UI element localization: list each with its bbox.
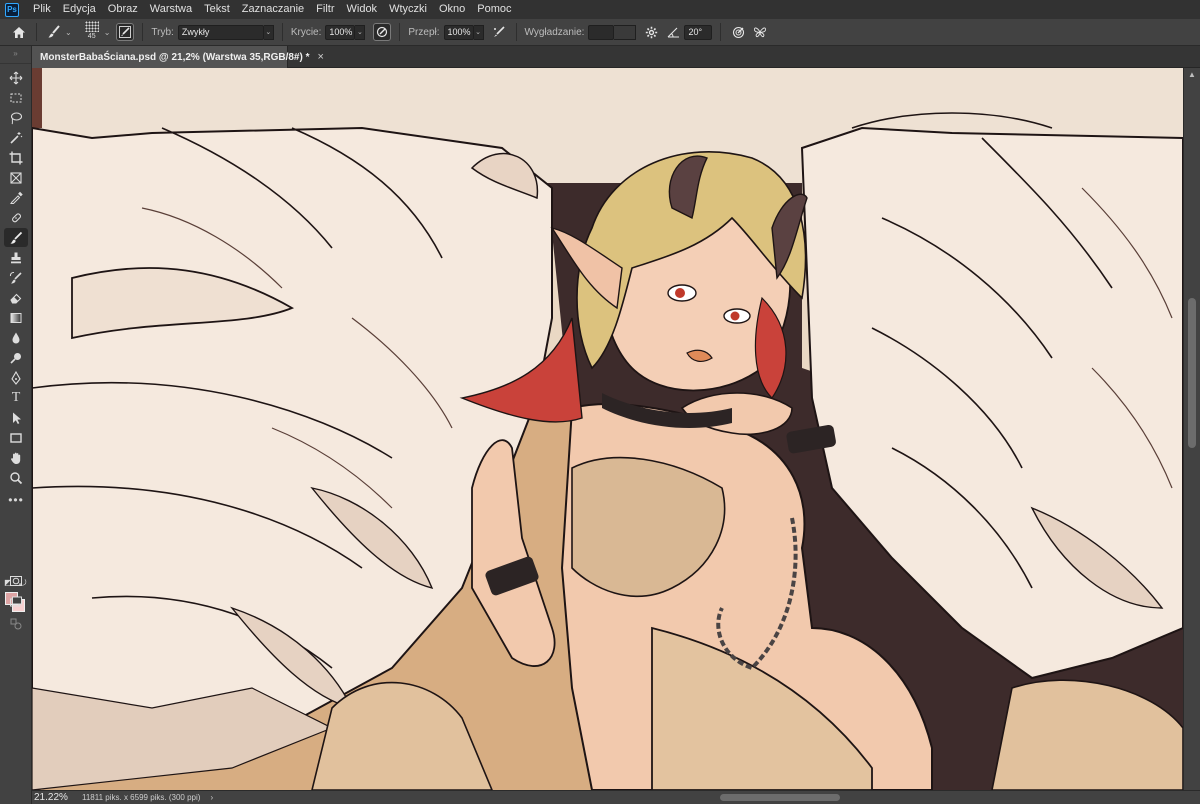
stamp-icon[interactable] xyxy=(4,248,28,267)
marquee-icon[interactable] xyxy=(4,88,28,107)
separator xyxy=(36,23,37,41)
gradient-icon[interactable] xyxy=(4,308,28,327)
separator xyxy=(720,23,722,41)
brush-icon[interactable] xyxy=(4,228,28,247)
zoom-level-input[interactable]: 21.22% xyxy=(32,792,82,803)
artwork-illustration xyxy=(32,68,1183,790)
vertical-scroll-thumb[interactable] xyxy=(1188,298,1196,448)
brush-settings-panel-icon[interactable] xyxy=(116,23,135,41)
type-icon[interactable]: T xyxy=(4,388,28,407)
gear-icon[interactable] xyxy=(642,23,660,41)
symmetry-butterfly-icon[interactable] xyxy=(751,23,769,41)
flow-label: Przepł: xyxy=(408,26,440,38)
pressure-size-icon[interactable] xyxy=(729,23,747,41)
brush-size-value: 45 xyxy=(87,33,96,40)
menu-edycja[interactable]: Edycja xyxy=(57,0,102,19)
options-bar: ⌄ 45 ⌄ Tryb: Zwykły ⌄ Krycie: 100% ⌄ Prz… xyxy=(0,19,1200,46)
vertical-scrollbar[interactable]: ▲ xyxy=(1183,68,1200,790)
move-icon[interactable] xyxy=(4,68,28,87)
pressure-opacity-icon[interactable] xyxy=(373,23,392,41)
angle-icon xyxy=(664,23,682,41)
flow-input[interactable]: 100% xyxy=(443,24,474,40)
menu-tekst[interactable]: Tekst xyxy=(198,0,236,19)
status-bar: 21.22% 11811 piks. x 6599 piks. (300 ppi… xyxy=(32,790,432,804)
separator xyxy=(142,23,144,41)
magic-wand-icon[interactable] xyxy=(4,128,28,147)
rectangle-icon[interactable] xyxy=(4,428,28,447)
scroll-up-icon[interactable]: ▲ xyxy=(1184,68,1200,82)
photoshop-logo-icon[interactable]: Ps xyxy=(5,2,19,17)
quick-mask-icon[interactable] xyxy=(4,571,28,590)
document-tab-title: MonsterBabaŚciana.psd @ 21,2% (Warstwa 3… xyxy=(40,51,310,63)
smoothing-input[interactable] xyxy=(588,24,615,40)
pen-icon[interactable] xyxy=(4,368,28,387)
healing-brush-icon[interactable] xyxy=(4,208,28,227)
path-select-icon[interactable] xyxy=(4,408,28,427)
brush-tool-preset-icon[interactable] xyxy=(45,23,63,41)
menu-plik[interactable]: Plik xyxy=(27,0,57,19)
chevron-down-icon[interactable]: ⌄ xyxy=(65,28,72,37)
panel-grip-icon[interactable]: » xyxy=(0,46,31,64)
home-icon[interactable] xyxy=(10,23,28,41)
menu-widok[interactable]: Widok xyxy=(341,0,384,19)
menu-zaznaczanie[interactable]: Zaznaczanie xyxy=(236,0,310,19)
frame-icon[interactable] xyxy=(4,168,28,187)
opacity-input[interactable]: 100% xyxy=(325,24,356,40)
close-icon[interactable]: × xyxy=(317,51,323,63)
chevron-down-icon[interactable]: ⌄ xyxy=(355,24,366,40)
menu-bar: Ps Plik Edycja Obraz Warstwa Tekst Zazna… xyxy=(0,0,1200,19)
separator xyxy=(515,23,517,41)
history-brush-icon[interactable] xyxy=(4,268,28,287)
eyedropper-icon[interactable] xyxy=(4,188,28,207)
menu-okno[interactable]: Okno xyxy=(433,0,471,19)
document-info: 11811 piks. x 6599 piks. (300 ppi) xyxy=(82,792,201,802)
separator xyxy=(399,23,401,41)
menu-filtr[interactable]: Filtr xyxy=(310,0,340,19)
brush-tip-icon xyxy=(84,21,99,32)
airbrush-icon[interactable] xyxy=(490,23,508,41)
hand-icon[interactable] xyxy=(4,448,28,467)
menu-wtyczki[interactable]: Wtyczki xyxy=(383,0,433,19)
mode-label: Tryb: xyxy=(151,26,174,38)
menu-warstwa[interactable]: Warstwa xyxy=(144,0,198,19)
chevron-down-icon[interactable]: ⌄ xyxy=(473,24,484,40)
dodge-icon[interactable] xyxy=(4,348,28,367)
extras-icon[interactable] xyxy=(4,614,28,633)
menu-obraz[interactable]: Obraz xyxy=(102,0,144,19)
smoothing-slider[interactable] xyxy=(614,24,637,40)
crop-icon[interactable] xyxy=(4,148,28,167)
chevron-right-icon[interactable]: › xyxy=(210,793,213,802)
more-tools-icon[interactable]: ••• xyxy=(4,490,28,509)
opacity-label: Krycie: xyxy=(290,26,322,38)
tools-panel: » T ••• ◩ ⤾ xyxy=(0,46,32,804)
lasso-icon[interactable] xyxy=(4,108,28,127)
smoothing-label: Wygładzanie: xyxy=(524,26,585,38)
blur-icon[interactable] xyxy=(4,328,28,347)
zoom-icon[interactable] xyxy=(4,468,28,487)
angle-input[interactable]: 20° xyxy=(684,24,713,40)
chevron-down-icon[interactable]: ⌄ xyxy=(104,28,111,37)
horizontal-scroll-thumb[interactable] xyxy=(720,794,840,801)
document-tab-strip: MonsterBabaŚciana.psd @ 21,2% (Warstwa 3… xyxy=(32,46,1200,68)
chevron-down-icon[interactable]: ⌄ xyxy=(263,24,274,40)
document-tab[interactable]: MonsterBabaŚciana.psd @ 21,2% (Warstwa 3… xyxy=(32,46,324,68)
mode-select[interactable]: Zwykły xyxy=(177,24,264,40)
menu-pomoc[interactable]: Pomoc xyxy=(471,0,517,19)
eraser-icon[interactable] xyxy=(4,288,28,307)
canvas[interactable] xyxy=(32,68,1183,790)
screen-mode-icon[interactable] xyxy=(4,592,28,611)
separator xyxy=(281,23,283,41)
brush-size-picker[interactable]: 45 xyxy=(82,21,102,43)
